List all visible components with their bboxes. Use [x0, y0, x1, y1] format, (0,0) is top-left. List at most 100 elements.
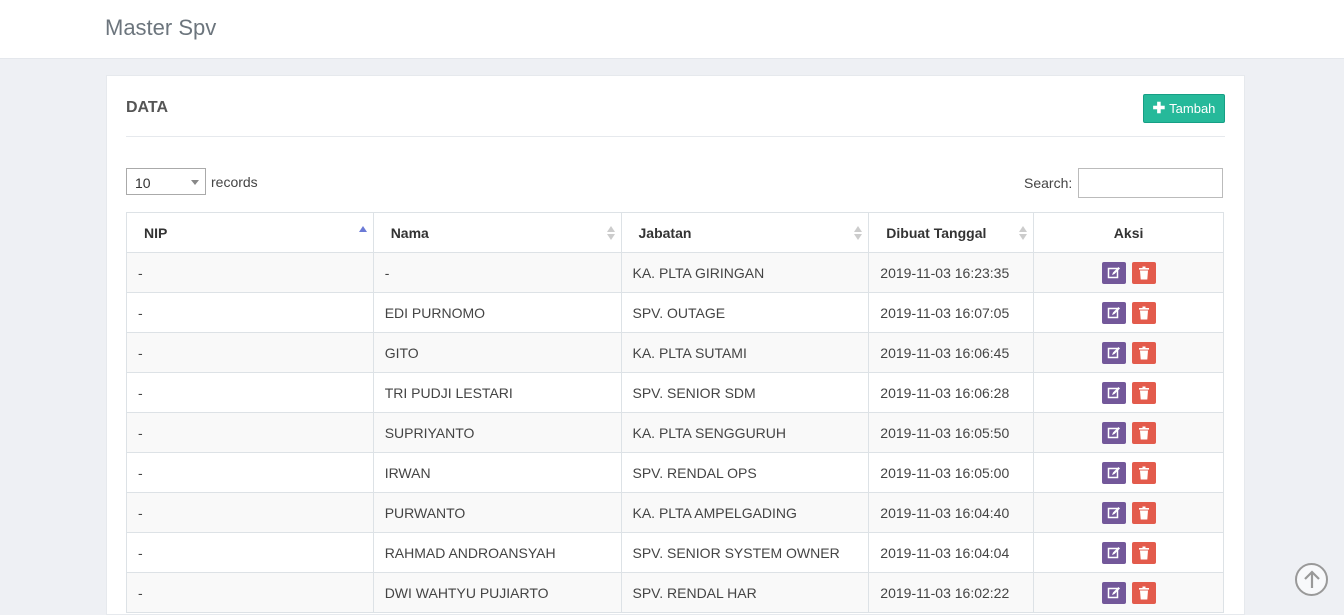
cell-nama: GITO	[372, 332, 622, 373]
edit-button[interactable]	[1101, 301, 1126, 324]
delete-button[interactable]	[1131, 421, 1156, 444]
delete-button[interactable]	[1131, 541, 1156, 564]
cell-tanggal: 2019-11-03 16:23:35	[868, 252, 1035, 293]
edit-button[interactable]	[1101, 421, 1126, 444]
delete-button[interactable]	[1131, 461, 1156, 484]
cell-nama: PURWANTO	[372, 492, 622, 533]
cell-aksi	[1033, 412, 1224, 453]
edit-button[interactable]	[1101, 341, 1126, 364]
column-header-jabatan[interactable]: Jabatan	[620, 212, 870, 253]
table-row: - GITO KA. PLTA SUTAMI 2019-11-03 16:06:45	[126, 332, 1224, 373]
search-input[interactable]	[1078, 168, 1224, 198]
edit-button[interactable]	[1101, 541, 1126, 564]
table-header-row: NIP Nama Jabatan Dibuat Tanggal Aksi	[126, 212, 1224, 253]
cell-aksi	[1033, 572, 1224, 613]
column-label: Jabatan	[638, 224, 692, 241]
column-header-aksi: Aksi	[1033, 212, 1224, 253]
edit-button[interactable]	[1101, 581, 1126, 604]
records-length: 10 records	[126, 168, 258, 195]
trash-icon	[1138, 266, 1149, 279]
cell-jabatan: SPV. OUTAGE	[620, 292, 870, 333]
edit-icon	[1107, 346, 1120, 358]
table-row: - DWI WAHTYU PUJIARTO SPV. RENDAL HAR 2019-…	[126, 572, 1224, 613]
divider	[126, 136, 1225, 137]
search-control: Search:	[1024, 168, 1224, 198]
table-row: - IRWAN SPV. RENDAL OPS 2019-11-03 16:05:00	[126, 452, 1224, 493]
cell-nip: -	[126, 292, 374, 333]
edit-button[interactable]	[1101, 261, 1126, 284]
add-button[interactable]: ✚ Tambah	[1143, 94, 1225, 123]
cell-nip: -	[126, 332, 374, 373]
edit-icon	[1107, 466, 1120, 478]
cell-aksi	[1033, 492, 1224, 533]
page-title: Master Spv	[105, 15, 217, 40]
cell-nip: -	[126, 252, 374, 293]
records-length-value: 10	[135, 175, 151, 191]
table-row: - RAHMAD ANDROANSYAH SPV. SENIOR SYSTEM OW…	[126, 532, 1224, 573]
delete-button[interactable]	[1131, 301, 1156, 324]
cell-aksi	[1033, 372, 1224, 413]
sort-icon	[854, 226, 863, 240]
table-row: - - KA. PLTA GIRINGAN 2019-11-03 16:23:35	[126, 252, 1224, 293]
table-row: - PURWANTO KA. PLTA AMPELGADING 2019-11-03 …	[126, 492, 1224, 533]
cell-nip: -	[126, 492, 374, 533]
trash-icon	[1138, 506, 1149, 519]
cell-tanggal: 2019-11-03 16:04:04	[868, 532, 1035, 573]
trash-icon	[1138, 346, 1149, 359]
cell-nip: -	[126, 532, 374, 573]
column-label: Nama	[390, 224, 429, 241]
table-row: - TRI PUDJI LESTARI SPV. SENIOR SDM 2019-11…	[126, 372, 1224, 413]
cell-aksi	[1033, 532, 1224, 573]
trash-icon	[1138, 586, 1149, 599]
cell-tanggal: 2019-11-03 16:07:05	[868, 292, 1035, 333]
records-length-select[interactable]: 10	[126, 168, 206, 195]
cell-jabatan: KA. PLTA GIRINGAN	[620, 252, 870, 293]
records-label: records	[211, 173, 258, 190]
cell-jabatan: SPV. SENIOR SYSTEM OWNER	[620, 532, 870, 573]
edit-icon	[1107, 586, 1120, 598]
table-row: - SUPRIYANTO KA. PLTA SENGGURUH 2019-11-03 …	[126, 412, 1224, 453]
cell-jabatan: SPV. RENDAL HAR	[620, 572, 870, 613]
cell-tanggal: 2019-11-03 16:02:22	[868, 572, 1035, 613]
add-button-label: Tambah	[1169, 101, 1216, 116]
data-panel: DATA ✚ Tambah 10 records Search: NIP Nam…	[106, 75, 1245, 615]
column-header-tanggal[interactable]: Dibuat Tanggal	[868, 212, 1035, 253]
plus-icon: ✚	[1152, 100, 1166, 117]
edit-button[interactable]	[1101, 501, 1126, 524]
delete-button[interactable]	[1131, 581, 1156, 604]
delete-button[interactable]	[1131, 501, 1156, 524]
cell-jabatan: SPV. RENDAL OPS	[620, 452, 870, 493]
cell-jabatan: KA. PLTA SENGGURUH	[620, 412, 870, 453]
scroll-to-top-button[interactable]	[1295, 563, 1328, 596]
cell-nama: DWI WAHTYU PUJIARTO	[372, 572, 622, 613]
trash-icon	[1138, 386, 1149, 399]
edit-button[interactable]	[1101, 381, 1126, 404]
cell-aksi	[1033, 292, 1224, 333]
trash-icon	[1138, 546, 1149, 559]
cell-aksi	[1033, 252, 1224, 293]
panel-title: DATA	[126, 99, 169, 116]
column-label: Aksi	[1113, 224, 1144, 241]
delete-button[interactable]	[1131, 261, 1156, 284]
delete-button[interactable]	[1131, 381, 1156, 404]
sort-icon	[606, 226, 615, 240]
delete-button[interactable]	[1131, 341, 1156, 364]
cell-tanggal: 2019-11-03 16:06:45	[868, 332, 1035, 373]
cell-nama: SUPRIYANTO	[372, 412, 622, 453]
cell-aksi	[1033, 452, 1224, 493]
cell-tanggal: 2019-11-03 16:06:28	[868, 372, 1035, 413]
data-table: NIP Nama Jabatan Dibuat Tanggal Aksi - -…	[126, 212, 1224, 613]
column-header-nama[interactable]: Nama	[372, 212, 622, 253]
column-header-nip[interactable]: NIP	[126, 212, 374, 253]
arrow-up-icon	[1304, 570, 1320, 588]
cell-nip: -	[126, 452, 374, 493]
cell-nip: -	[126, 412, 374, 453]
top-bar: Master Spv	[0, 0, 1344, 59]
cell-nip: -	[126, 372, 374, 413]
edit-button[interactable]	[1101, 461, 1126, 484]
sort-icon	[1019, 226, 1028, 240]
cell-aksi	[1033, 332, 1224, 373]
sort-asc-icon	[358, 226, 367, 240]
cell-tanggal: 2019-11-03 16:05:00	[868, 452, 1035, 493]
trash-icon	[1138, 426, 1149, 439]
